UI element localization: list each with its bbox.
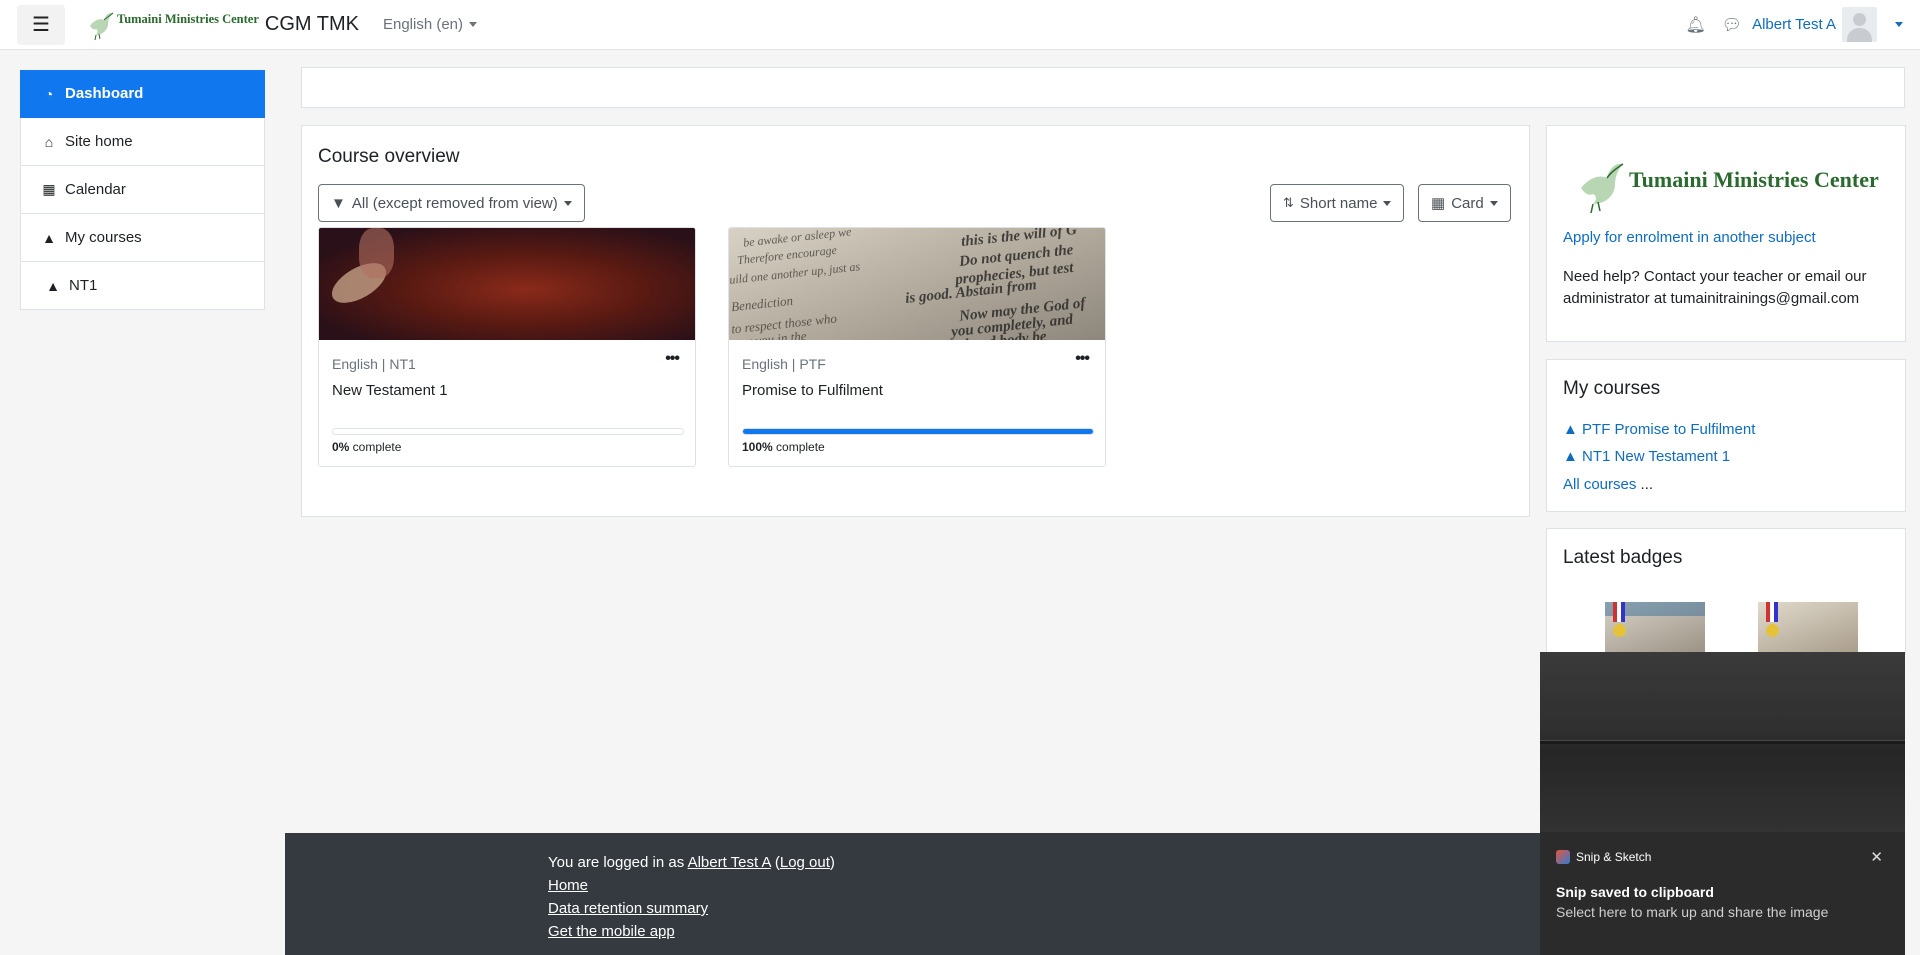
calendar-icon: ▦ bbox=[42, 181, 56, 197]
chat-icon[interactable]: 💬︎ bbox=[1722, 15, 1742, 35]
sidebar-item-label: NT1 bbox=[69, 277, 98, 294]
logo-text: Tumaini Ministries Center bbox=[1629, 167, 1879, 192]
sidebar-item-site-home[interactable]: ⌂ Site home bbox=[20, 118, 265, 166]
mobile-app-link[interactable]: Get the mobile app bbox=[548, 923, 675, 940]
my-courses-block: My courses ▲ PTF Promise to Fulfilment ▲… bbox=[1546, 359, 1906, 512]
apply-enrolment-link[interactable]: Apply for enrolment in another subject bbox=[1563, 229, 1816, 246]
latest-badges-title: Latest badges bbox=[1563, 547, 1683, 568]
footer-home-link[interactable]: Home bbox=[548, 877, 588, 894]
sidebar-item-nt1[interactable]: ▲ NT1 bbox=[20, 262, 265, 310]
filter-icon: ▼︎ bbox=[331, 194, 346, 212]
progress-bar bbox=[332, 428, 684, 435]
dove-logo-icon bbox=[90, 12, 114, 40]
snip-title: Snip saved to clipboard bbox=[1556, 884, 1714, 900]
help-block: Tumaini Ministries Center Apply for enro… bbox=[1546, 125, 1906, 342]
login-info: You are logged in as Albert Test A (Log … bbox=[548, 854, 835, 871]
site-logo[interactable]: Tumaini Ministries Center bbox=[86, 8, 259, 42]
my-courses-title: My courses bbox=[1563, 378, 1661, 399]
user-menu-name[interactable]: Albert Test A bbox=[1752, 16, 1836, 33]
chevron-down-icon bbox=[469, 22, 478, 27]
sidebar-nav: ◔ Dashboard ⌂ Site home ▦ Calendar ▲ My … bbox=[20, 70, 265, 310]
graduation-cap-icon: ▲ bbox=[1563, 421, 1578, 438]
progress-text: 0% complete bbox=[332, 440, 402, 454]
course-category: English | NT1 bbox=[332, 356, 416, 372]
sidebar-item-label: Calendar bbox=[65, 181, 126, 198]
sidebar-item-dashboard[interactable]: ◔ Dashboard bbox=[20, 70, 265, 118]
site-name[interactable]: CGM TMK bbox=[265, 13, 359, 36]
snip-notification[interactable]: Snip & Sketch ✕ Snip saved to clipboard … bbox=[1540, 652, 1905, 955]
graduation-cap-icon: ▲ bbox=[46, 277, 60, 294]
language-menu[interactable]: English (en) bbox=[382, 16, 478, 33]
badge-image[interactable] bbox=[1605, 602, 1705, 654]
all-courses-link[interactable]: All courses bbox=[1563, 476, 1636, 493]
hamburger-icon[interactable]: ☰ bbox=[17, 4, 65, 45]
chevron-down-icon bbox=[1489, 200, 1498, 206]
all-courses-row: All courses ... bbox=[1563, 476, 1654, 493]
latest-badges-block: Latest badges bbox=[1546, 528, 1906, 655]
sidebar-item-label: Site home bbox=[65, 133, 133, 150]
chevron-down-icon bbox=[563, 200, 572, 206]
sort-label: Short name bbox=[1299, 194, 1378, 212]
course-name-link[interactable]: New Testament 1 bbox=[332, 382, 448, 399]
more-options-icon[interactable]: ••• bbox=[665, 350, 680, 368]
snip-preview-image[interactable] bbox=[1540, 652, 1905, 832]
avatar[interactable] bbox=[1842, 7, 1877, 42]
course-overview-title: Course overview bbox=[318, 146, 460, 167]
badge-image[interactable] bbox=[1758, 602, 1858, 654]
progress-text: 100% complete bbox=[742, 440, 825, 454]
sidebar-item-label: My courses bbox=[65, 229, 142, 246]
help-text: Need help? Contact your teacher or email… bbox=[1563, 268, 1867, 307]
snip-app-label: Snip & Sketch bbox=[1556, 850, 1651, 864]
course-category: English | PTF bbox=[742, 356, 826, 372]
page-header-card bbox=[301, 67, 1905, 108]
center-logo: Tumaini Ministries Center bbox=[1575, 156, 1879, 216]
progress-bar bbox=[742, 428, 1094, 435]
bell-icon[interactable]: 🔔︎ bbox=[1685, 15, 1705, 35]
grid-icon: ▦ bbox=[1431, 195, 1446, 212]
home-icon: ⌂ bbox=[44, 133, 54, 150]
dove-logo-icon bbox=[1581, 163, 1624, 214]
snip-sketch-icon bbox=[1556, 850, 1570, 864]
sidebar-item-calendar[interactable]: ▦ Calendar bbox=[20, 166, 265, 214]
chevron-down-icon bbox=[1383, 200, 1392, 206]
language-label: English (en) bbox=[382, 16, 464, 33]
view-dropdown-button[interactable]: ▦ Card bbox=[1418, 184, 1511, 222]
more-options-icon[interactable]: ••• bbox=[1075, 350, 1090, 368]
graduation-cap-icon: ▲ bbox=[42, 229, 56, 246]
filter-dropdown-button[interactable]: ▼︎ All (except removed from view) bbox=[318, 184, 585, 222]
sort-icon: ⇅ bbox=[1283, 195, 1294, 210]
course-image[interactable] bbox=[319, 228, 695, 340]
graduation-cap-icon: ▲ bbox=[1563, 448, 1578, 465]
course-overview-block: Course overview ▼︎ All (except removed f… bbox=[301, 125, 1530, 517]
sort-dropdown-button[interactable]: ⇅ Short name bbox=[1270, 184, 1405, 222]
chevron-down-icon[interactable] bbox=[1895, 22, 1903, 27]
my-course-link-ptf[interactable]: ▲ PTF Promise to Fulfilment bbox=[1563, 421, 1755, 438]
page-footer: You are logged in as Albert Test A (Log … bbox=[285, 833, 1540, 955]
top-navbar: ☰ Tumaini Ministries Center CGM TMK Engl… bbox=[0, 0, 1920, 50]
filter-label: All (except removed from view) bbox=[351, 194, 558, 212]
course-image[interactable]: be awake or asleep we Therefore encourag… bbox=[729, 228, 1105, 340]
my-course-link-nt1[interactable]: ▲ NT1 New Testament 1 bbox=[1563, 448, 1730, 465]
logo-text: Tumaini Ministries Center bbox=[117, 12, 259, 26]
view-label: Card bbox=[1451, 194, 1484, 212]
dashboard-icon: ◔ bbox=[44, 85, 54, 102]
data-retention-link[interactable]: Data retention summary bbox=[548, 900, 708, 917]
course-card[interactable]: be awake or asleep we Therefore encourag… bbox=[728, 227, 1106, 467]
course-name-link[interactable]: Promise to Fulfilment bbox=[742, 382, 883, 399]
close-icon[interactable]: ✕ bbox=[1870, 848, 1883, 866]
snip-subtitle: Select here to mark up and share the ima… bbox=[1556, 904, 1829, 920]
sidebar-item-my-courses[interactable]: ▲ My courses bbox=[20, 214, 265, 262]
footer-user-link[interactable]: Albert Test A bbox=[688, 854, 771, 871]
sidebar-item-label: Dashboard bbox=[65, 85, 144, 102]
logout-link[interactable]: Log out bbox=[780, 854, 830, 871]
course-card[interactable]: English | NT1 ••• New Testament 1 0% com… bbox=[318, 227, 696, 467]
